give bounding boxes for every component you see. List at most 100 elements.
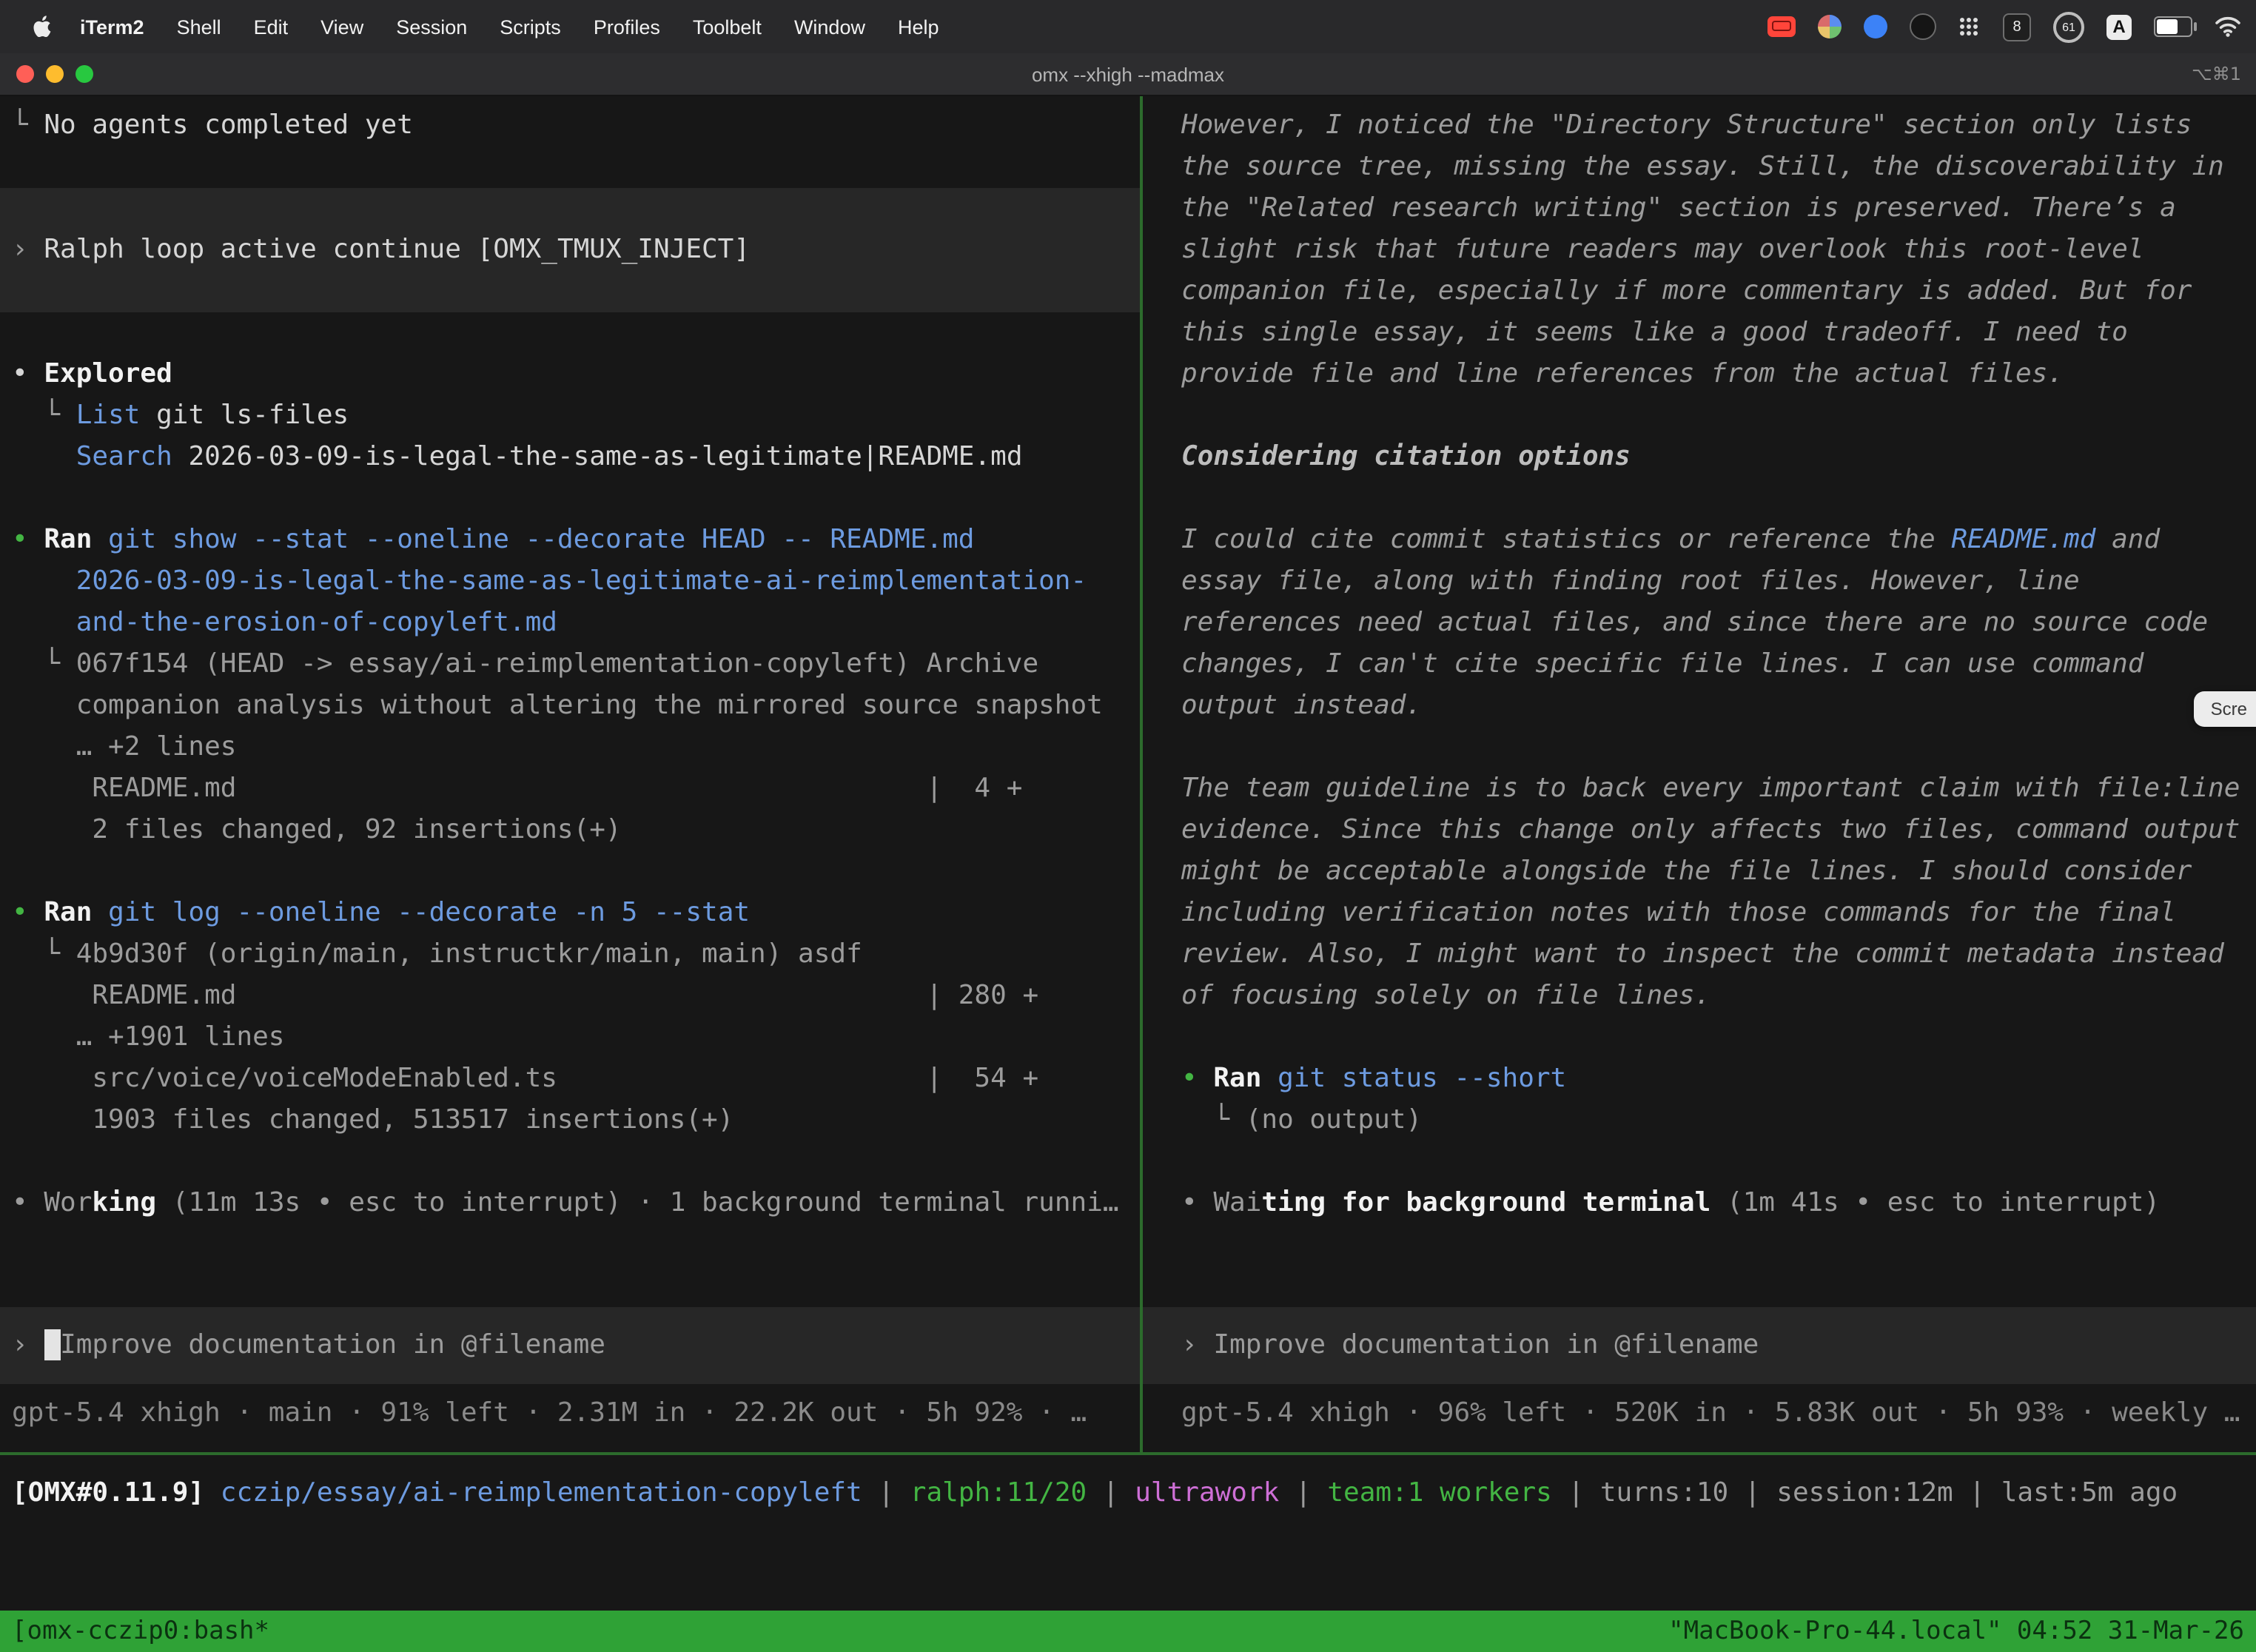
terminal-line: references need actual files, and since … [1143, 602, 2256, 644]
terminal-text: this single essay, it seems like a good … [1181, 317, 2128, 348]
minimize-button[interactable] [46, 65, 64, 83]
terminal-text: • [12, 524, 44, 555]
terminal-text: the source tree, missing the essay. Stil… [1181, 151, 2224, 182]
left-terminal-pane[interactable]: └ No agents completed yet › Ralph loop ac… [0, 96, 1140, 1452]
terminal-line: └ List git ls-files [0, 395, 1140, 437]
terminal-text: 2026-03-09-is-legal-the-same-as-legitima… [172, 441, 1023, 472]
terminal-line: Search 2026-03-09-is-legal-the-same-as-l… [0, 437, 1140, 478]
terminal-line [0, 478, 1140, 520]
terminal-text: session:12m [1776, 1477, 1953, 1508]
terminal-text: Ran [44, 897, 108, 928]
terminal-text: Considering citation options [1181, 441, 1631, 472]
prompt-strip[interactable]: › Improve documentation in @filename [1143, 1307, 2256, 1384]
prompt-strip[interactable]: › Ralph loop active continue [OMX_TMUX_I… [0, 188, 1140, 312]
screen-share-overlay-button[interactable]: Scre [2195, 691, 2256, 727]
menu-item-help[interactable]: Help [882, 16, 956, 38]
terminal-line: README.md | 280 + [0, 976, 1140, 1017]
terminal-text: 2026-03-09-is-legal-the-same-as-legitima… [12, 565, 1087, 597]
omx-status-area: [OMX#0.11.9] cczip/essay/ai-reimplementa… [0, 1455, 2256, 1611]
right-terminal-pane[interactable]: However, I noticed the "Directory Struct… [1143, 96, 2256, 1452]
terminal-line: … +1901 lines [0, 1017, 1140, 1058]
terminal-line: … +2 lines [0, 727, 1140, 768]
apple-menu[interactable] [21, 15, 64, 38]
terminal-text: ultrawork [1135, 1477, 1279, 1508]
terminal-text: of focusing solely on file lines. [1181, 980, 1711, 1011]
tmux-host-clock: "MacBook-Pro-44.local" 04:52 31-Mar-26 [1668, 1611, 2244, 1652]
terminal-text: | [1552, 1477, 1600, 1508]
terminal-text: I could cite commit statistics or refere… [1181, 524, 1951, 555]
wifi-icon[interactable] [2215, 16, 2241, 37]
terminal-text: references need actual files, and since … [1181, 607, 2208, 638]
terminal-text: No agents completed yet [44, 110, 413, 141]
terminal-text: However, I noticed the "Directory Struct… [1181, 110, 2192, 141]
keycap-8-icon[interactable]: 8 [2003, 13, 2031, 41]
terminal-text: git ls-files [140, 400, 349, 431]
text-cursor [44, 1329, 60, 1360]
menu-status-icons: 8 61 A [1767, 11, 2241, 42]
menu-item-edit[interactable]: Edit [238, 16, 305, 38]
globe-icon[interactable] [1818, 15, 1842, 38]
terminal-block: gpt-5.4 xhigh · 96% left · 520K in · 5.8… [1143, 1393, 2256, 1434]
terminal-line: 2 files changed, 92 insertions(+) [0, 810, 1140, 851]
terminal-text: king [92, 1187, 156, 1218]
menu-item-iterm2[interactable]: iTerm2 [64, 16, 161, 38]
terminal-line: • Explored [0, 354, 1140, 395]
dots-grid-icon[interactable] [1958, 16, 1981, 38]
input-source-icon[interactable]: A [2106, 14, 2132, 39]
menu-item-view[interactable]: View [304, 16, 380, 38]
battery-icon[interactable] [2154, 16, 2192, 37]
terminal-text: └ [12, 648, 76, 679]
terminal-text: README.md | 4 + [12, 773, 1022, 804]
menu-item-session[interactable]: Session [380, 16, 483, 38]
terminal-line [1143, 395, 2256, 437]
terminal-line: changes, I can't cite specific file line… [1143, 644, 2256, 685]
menu-item-profiles[interactable]: Profiles [577, 16, 677, 38]
terminal-line: the source tree, missing the essay. Stil… [1143, 147, 2256, 188]
terminal-line: 2026-03-09-is-legal-the-same-as-legitima… [0, 561, 1140, 602]
terminal-line: └ (no output) [1143, 1100, 2256, 1141]
battery-gauge-icon[interactable]: 61 [2053, 11, 2084, 42]
close-button[interactable] [16, 65, 34, 83]
zoom-button[interactable] [75, 65, 93, 83]
terminal-text: List [76, 400, 141, 431]
app-icon-blue[interactable] [1864, 15, 1887, 38]
terminal-text: └ [12, 400, 76, 431]
terminal-text: [OMX#0.11.9] [12, 1477, 221, 1508]
menu-item-toolbelt[interactable]: Toolbelt [677, 16, 778, 38]
terminal-text: › [12, 1329, 44, 1360]
terminal-line: slight risk that future readers may over… [1143, 229, 2256, 271]
prompt-strip[interactable]: › Improve documentation in @filename [0, 1307, 1140, 1384]
terminal-line: gpt-5.4 xhigh · 96% left · 520K in · 5.8… [1143, 1393, 2256, 1434]
terminal-line: companion file, especially if more comme… [1143, 271, 2256, 312]
terminal-line: • Working (11m 13s • esc to interrupt) ·… [0, 1183, 1140, 1224]
pane-spacer [0, 1224, 1140, 1307]
terminal-text: team:1 workers [1327, 1477, 1551, 1508]
terminal-line: and-the-erosion-of-copyleft.md [0, 602, 1140, 644]
terminal-text: • [12, 358, 44, 389]
terminal-text: (1m 41s • esc to interrupt) [1711, 1187, 2160, 1218]
terminal-text: 067f154 (HEAD -> essay/ai-reimplementati… [76, 648, 1038, 679]
terminal-line: 1903 files changed, 513517 insertions(+) [0, 1100, 1140, 1141]
terminal-panes: └ No agents completed yet › Ralph loop ac… [0, 96, 2256, 1452]
menu-item-shell[interactable]: Shell [161, 16, 238, 38]
menu-item-window[interactable]: Window [778, 16, 882, 38]
terminal-text: review. Also, I might want to inspect th… [1181, 939, 2224, 970]
knob-icon[interactable] [1910, 13, 1936, 40]
screen-recording-icon[interactable] [1767, 16, 1796, 37]
menu-item-scripts[interactable]: Scripts [483, 16, 577, 38]
tmux-session-window: [omx-cczip0:bash* [12, 1611, 269, 1652]
terminal-line: └ 067f154 (HEAD -> essay/ai-reimplementa… [0, 644, 1140, 685]
terminal-text: The team guideline is to back every impo… [1181, 773, 2240, 804]
window-title-bar[interactable]: omx --xhigh --madmax ⌥⌘1 [0, 53, 2256, 96]
terminal-text: slight risk that future readers may over… [1181, 234, 2143, 265]
terminal-text: | [1953, 1477, 2001, 1508]
terminal-text: › [1181, 1329, 1213, 1360]
terminal-text: | [1087, 1477, 1135, 1508]
terminal-text: Search [76, 441, 172, 472]
terminal-text: ralph:11/20 [910, 1477, 1087, 1508]
terminal-text: 1903 files changed, 513517 insertions(+) [12, 1104, 733, 1135]
terminal-text: including verification notes with those … [1181, 897, 2176, 928]
terminal-line: └ No agents completed yet [0, 105, 1140, 147]
terminal-line: • Waiting for background terminal (1m 41… [1143, 1183, 2256, 1224]
terminal-text: git status --short [1278, 1063, 1566, 1094]
